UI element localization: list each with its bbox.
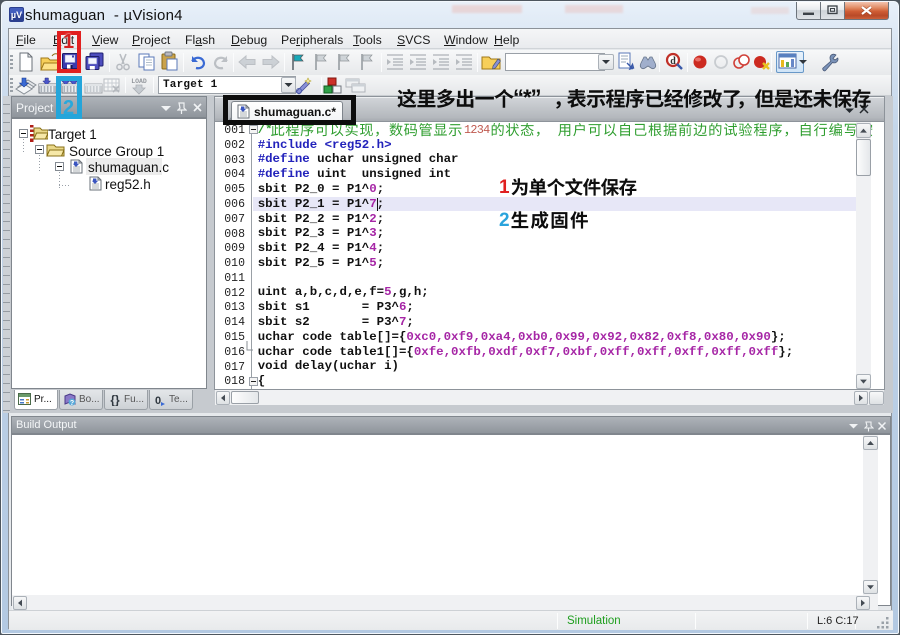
svg-text:?: ? — [70, 400, 74, 406]
svg-text:LOAD: LOAD — [131, 78, 147, 85]
svg-text:{}: {} — [110, 393, 120, 406]
svg-text:0: 0 — [155, 395, 161, 406]
svg-text:d: d — [670, 56, 676, 67]
svg-text:µV: µV — [11, 10, 22, 20]
